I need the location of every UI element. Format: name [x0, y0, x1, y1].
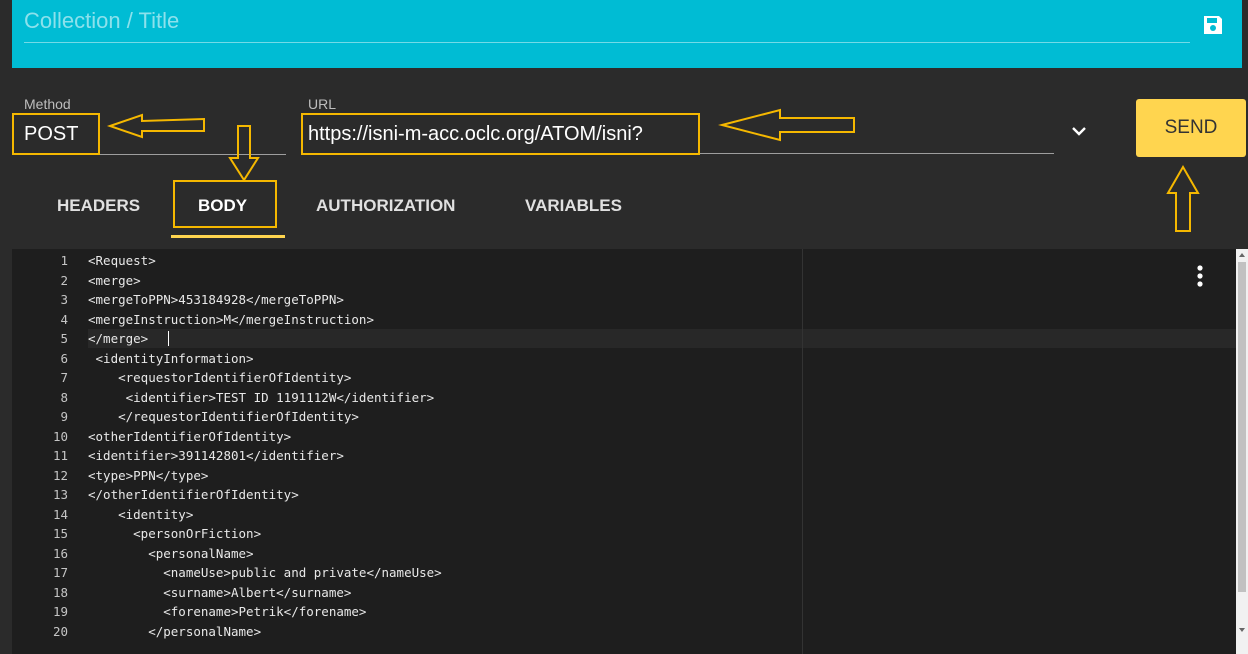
scroll-up-icon[interactable] [1236, 249, 1248, 261]
title-underline [24, 42, 1190, 43]
code-line[interactable]: <merge> [88, 273, 141, 288]
line-number: 13 [52, 487, 68, 502]
line-number: 19 [52, 604, 68, 619]
code-line[interactable]: <personOrFiction> [88, 526, 261, 541]
tab-headers[interactable]: HEADERS [57, 196, 140, 216]
line-number: 1 [60, 253, 68, 268]
print-margin [802, 249, 803, 654]
code-line[interactable]: <mergeToPPN>453184928</mergeToPPN> [88, 292, 344, 307]
code-line[interactable]: <surname>Albert</surname> [88, 585, 351, 600]
method-label: Method [24, 96, 71, 112]
line-number: 2 [60, 272, 68, 288]
line-number: 12 [52, 467, 68, 483]
line-number: 5 [60, 331, 68, 346]
line-number: 20 [52, 623, 68, 639]
code-line[interactable]: </merge> [88, 331, 148, 346]
line-number: 17 [52, 565, 68, 580]
body-tab-highlight-box [173, 180, 277, 228]
line-number: 11 [52, 448, 68, 463]
body-code-editor[interactable]: 1 2 3 4 5 6 7 8 9 10 11 12 13 14 15 16 17 18 19 20 <Request… [12, 249, 1236, 654]
active-tab-indicator [171, 235, 285, 238]
line-number: 9 [60, 409, 68, 424]
code-line[interactable]: <identity> [88, 507, 193, 522]
url-label: URL [308, 96, 337, 112]
code-line[interactable]: <identifier>391142801</identifier> [88, 448, 344, 463]
text-cursor [168, 331, 169, 346]
down-arrow-icon [228, 125, 260, 182]
code-line[interactable]: <type>PPN</type> [88, 468, 208, 483]
line-number: 10 [52, 428, 68, 444]
active-line-highlight [88, 329, 1236, 348]
code-line[interactable]: <mergeInstruction>M</mergeInstruction> [88, 312, 374, 327]
line-number: 3 [60, 292, 68, 307]
code-line[interactable]: <identityInformation> [88, 351, 254, 366]
code-line[interactable]: <Request> [88, 253, 156, 268]
code-line[interactable]: </requestorIdentifierOfIdentity> [88, 409, 359, 424]
line-number: 7 [60, 370, 68, 385]
left-arrow-icon [106, 113, 205, 139]
collection-title[interactable]: Collection / Title [24, 8, 179, 34]
code-line[interactable]: <otherIdentifierOfIdentity> [88, 429, 291, 444]
scroll-down-icon[interactable] [1236, 624, 1248, 636]
collection-header: Collection / Title [12, 0, 1242, 68]
line-number: 8 [60, 389, 68, 405]
code-line[interactable]: <identifier>TEST ID 1191112W</identifier… [88, 390, 435, 405]
tab-authorization[interactable]: AUTHORIZATION [316, 196, 455, 216]
url-highlight-box [301, 113, 700, 155]
method-highlight-box [12, 113, 100, 155]
floppy-disk-icon[interactable] [1202, 14, 1224, 36]
code-line[interactable]: <nameUse>public and private</nameUse> [88, 565, 441, 580]
left-arrow-icon [718, 108, 855, 142]
code-line[interactable]: <requestorIdentifierOfIdentity> [88, 370, 351, 385]
code-line[interactable]: <personalName> [88, 546, 253, 561]
code-line[interactable]: </personalName> [88, 624, 261, 639]
line-number: 16 [52, 545, 68, 561]
line-number: 15 [52, 526, 68, 541]
tab-variables[interactable]: VARIABLES [525, 196, 622, 216]
line-number: 18 [52, 584, 68, 600]
up-arrow-icon [1166, 164, 1200, 232]
line-number: 4 [60, 311, 68, 327]
code-line[interactable]: </otherIdentifierOfIdentity> [88, 487, 299, 502]
send-button[interactable]: SEND [1136, 99, 1246, 157]
chevron-down-icon[interactable] [1070, 122, 1088, 140]
line-number: 14 [52, 506, 68, 522]
line-number: 6 [60, 350, 68, 366]
scrollbar-thumb[interactable] [1238, 262, 1246, 592]
code-line[interactable]: <forename>Petrik</forename> [88, 604, 366, 619]
line-number-gutter: 1 2 3 4 5 6 7 8 9 10 11 12 13 14 15 16 17 18 19 20 [12, 249, 84, 654]
more-options-icon[interactable] [1196, 264, 1204, 288]
